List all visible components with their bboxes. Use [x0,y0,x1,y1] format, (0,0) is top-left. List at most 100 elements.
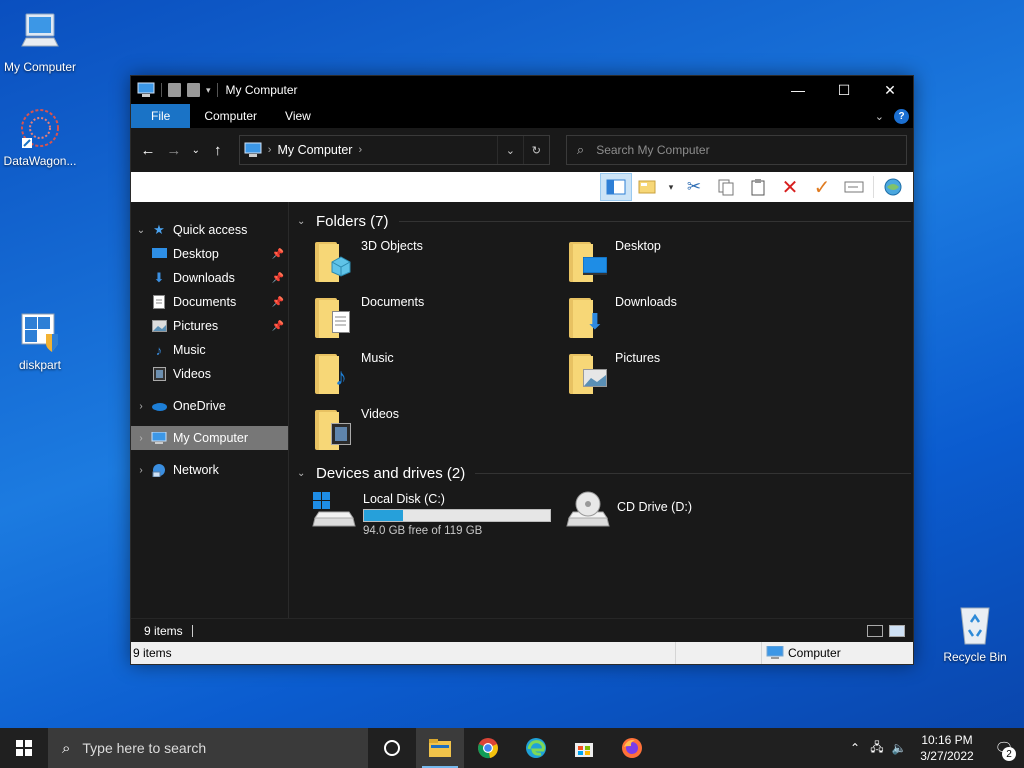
sidebar-item-label: Quick access [173,223,248,237]
taskbar-app-edge[interactable] [512,728,560,768]
address-bar[interactable]: › My Computer › ⌄ ↻ [238,135,550,165]
expand-chevron-icon[interactable]: › [131,401,151,412]
sidebar-item-pictures[interactable]: Pictures 📌 [131,314,288,338]
desktop-icon [151,246,167,262]
desktop-icon-diskpart[interactable]: diskpart [0,308,80,372]
drive-local-disk-c[interactable]: Local Disk (C:) 94.0 GB free of 119 GB [311,488,565,537]
breadcrumb-separator[interactable]: › [358,144,362,156]
recent-locations-chevron-icon[interactable]: ⌄ [189,139,203,161]
folder-downloads[interactable]: ⬇ Downloads [569,290,823,346]
taskbar-app-chrome[interactable] [464,728,512,768]
collapse-chevron-icon[interactable]: ⌄ [297,468,311,479]
drive-cd-d[interactable]: CD Drive (D:) [565,488,819,537]
views-dropdown-chevron-icon[interactable]: ▾ [664,173,678,201]
sidebar-item-desktop[interactable]: Desktop 📌 [131,242,288,266]
folder-videos[interactable]: Videos [315,402,569,458]
taskbar-app-file-explorer[interactable] [416,728,464,768]
sidebar-item-network[interactable]: › Network [131,458,288,482]
properties-icon[interactable] [168,83,181,97]
sidebar-item-onedrive[interactable]: › OneDrive [131,394,288,418]
action-center-button[interactable]: 🗨 2 [984,728,1024,768]
document-icon [329,310,353,334]
customize-qat-chevron-icon[interactable]: ▾ [206,85,211,96]
collapse-chevron-icon[interactable]: ⌄ [131,225,151,236]
task-view-icon [384,740,400,756]
group-header-folders[interactable]: ⌄ Folders (7) [297,208,913,234]
sidebar-item-my-computer[interactable]: › My Computer [131,426,288,450]
sidebar-item-downloads[interactable]: ⬇ Downloads 📌 [131,266,288,290]
search-icon: ⌕ [576,142,585,157]
sidebar-item-documents[interactable]: Documents 📌 [131,290,288,314]
new-folder-icon[interactable] [187,83,200,97]
collapse-chevron-icon[interactable]: ⌄ [297,216,311,227]
navigation-pane-toggle-icon[interactable] [600,173,632,201]
system-tray: ⌃ 🖧 🔈 10:16 PM 3/27/2022 🗨 2 [844,728,1024,768]
desktop-icon-recycle-bin[interactable]: Recycle Bin [935,600,1015,664]
minimize-button[interactable]: — [775,76,821,104]
check-icon[interactable]: ✓ [806,173,838,201]
group-header-drives[interactable]: ⌄ Devices and drives (2) [297,460,913,486]
sidebar-item-quick-access[interactable]: ⌄ ★ Quick access [131,218,288,242]
paste-icon[interactable] [742,173,774,201]
desktop-icon-my-computer[interactable]: My Computer [0,10,80,74]
folder-music[interactable]: ♪ Music [315,346,569,402]
pin-icon[interactable]: 📌 [272,321,284,332]
start-button[interactable] [0,728,48,768]
edge-icon [526,738,546,758]
close-button[interactable]: ✕ [867,76,913,104]
taskbar-search-input[interactable]: ⌕ Type here to search [48,728,368,768]
tab-file[interactable]: File [131,104,191,128]
classic-status-bar: 9 items Computer [131,642,913,664]
desktop-icon-datawagon[interactable]: DataWagon... [0,104,80,168]
folder-3d-objects[interactable]: 3D Objects [315,234,569,290]
tab-computer[interactable]: Computer [190,104,271,128]
folder-name: Documents [361,295,425,309]
large-icons-view-icon[interactable] [889,624,905,637]
drive-usage-fill [364,510,404,521]
copy-icon[interactable] [710,173,742,201]
expand-chevron-icon[interactable]: › [131,465,151,476]
pin-icon[interactable]: 📌 [272,249,284,260]
sidebar-item-videos[interactable]: Videos [131,362,288,386]
taskbar-app-store[interactable] [560,728,608,768]
status-location: Computer [788,646,841,660]
folder-desktop[interactable]: Desktop [569,234,823,290]
expand-chevron-icon[interactable]: › [131,433,151,444]
explorer-window: ▾ My Computer — ☐ ✕ File Computer View ⌄… [130,75,914,665]
pin-icon[interactable]: 📌 [272,297,284,308]
clock[interactable]: 10:16 PM 3/27/2022 [910,732,984,764]
windows-drive-icon [311,488,357,532]
task-view-button[interactable] [368,728,416,768]
back-arrow-icon[interactable]: ← [137,139,159,161]
network-icon[interactable]: 🖧 [866,738,888,759]
folder-pictures[interactable]: Pictures [569,346,823,402]
expand-ribbon-chevron-icon[interactable]: ⌄ [875,110,884,123]
folder-name: Desktop [615,239,661,253]
sidebar-item-music[interactable]: ♪ Music [131,338,288,362]
search-input[interactable]: ⌕ Search My Computer [565,135,907,165]
cut-icon[interactable]: ✂ [678,173,710,201]
delete-icon[interactable]: ✕ [774,173,806,201]
breadcrumb-my-computer[interactable]: My Computer [277,143,352,157]
help-button[interactable]: ? [894,108,909,124]
quick-access-toolbar: ▾ [137,82,218,98]
details-view-icon[interactable] [867,624,883,637]
folder-name: Pictures [615,351,661,365]
pin-icon[interactable]: 📌 [272,273,284,284]
taskbar-app-firefox[interactable] [608,728,656,768]
maximize-button[interactable]: ☐ [821,76,867,104]
refresh-icon[interactable]: ↻ [522,136,549,164]
folder-name: 3D Objects [361,239,423,253]
globe-icon[interactable] [877,173,909,201]
rename-icon[interactable] [838,173,870,201]
address-dropdown-chevron-icon[interactable]: ⌄ [496,136,523,164]
show-hidden-icons-chevron-icon[interactable]: ⌃ [844,741,866,755]
forward-arrow-icon[interactable]: → [163,139,185,161]
views-icon[interactable] [632,173,664,201]
volume-icon[interactable]: 🔈 [888,741,910,755]
download-icon: ⬇ [585,309,605,334]
tab-view[interactable]: View [271,104,325,128]
up-arrow-icon[interactable]: ↑ [207,139,229,161]
folder-documents[interactable]: Documents [315,290,569,346]
sidebar-item-label: Downloads [173,271,235,285]
